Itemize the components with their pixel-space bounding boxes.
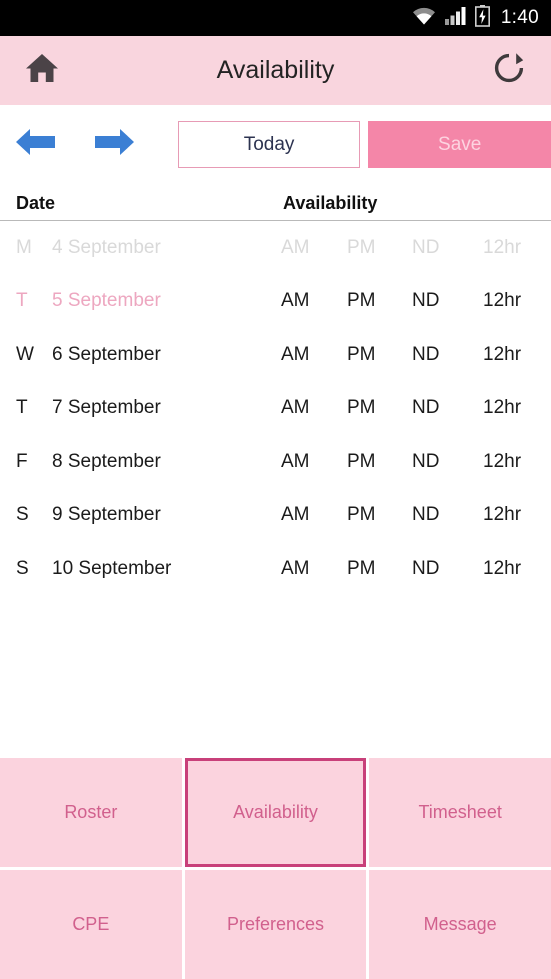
slot-nd[interactable]: ND [412,451,439,473]
arrow-right-icon [91,124,137,165]
slot-nd[interactable]: ND [412,558,439,580]
row-date: 4 September [52,236,161,258]
refresh-icon [492,51,526,90]
nav-item-roster[interactable]: Roster [0,758,182,867]
row-date: 5 September [52,290,161,312]
row-day-of-week: F [16,450,28,472]
bottom-nav-grid: Roster Availability Timesheet CPE Prefer… [0,758,551,979]
row-day-of-week: S [16,557,29,579]
row-date: 10 September [52,557,172,579]
refresh-button[interactable] [487,49,531,93]
status-time: 1:40 [500,7,539,28]
slot-pm[interactable]: PM [347,397,376,419]
row-day-of-week: T [16,290,28,312]
nav-item-cpe[interactable]: CPE [0,870,182,979]
slot-12hr[interactable]: 12hr [483,237,521,259]
slot-12hr[interactable]: 12hr [483,290,521,312]
home-icon [25,52,59,89]
slot-am[interactable]: AM [281,504,310,526]
today-button[interactable]: Today [177,121,361,168]
arrow-left-icon [13,124,59,165]
app-header: Availability [0,36,551,105]
status-icon-group [412,4,490,32]
save-button[interactable]: Save [368,121,551,168]
slot-12hr[interactable]: 12hr [483,558,521,580]
row-date: 9 September [52,504,161,526]
slot-nd[interactable]: ND [412,397,439,419]
nav-item-preferences[interactable]: Preferences [184,870,367,979]
nav-item-availability[interactable]: Availability [184,758,367,867]
row-day-of-week: M [16,236,32,258]
table-row[interactable]: W 6 September AM PM ND 12hr [0,328,551,382]
slot-12hr[interactable]: 12hr [483,451,521,473]
column-header-availability: Availability [283,193,378,213]
table-row[interactable]: S 10 September AM PM ND 12hr [0,542,551,596]
slot-pm[interactable]: PM [347,451,376,473]
slot-pm[interactable]: PM [347,504,376,526]
battery-charging-icon [474,4,490,32]
table-row[interactable]: T 5 September AM PM ND 12hr [0,275,551,329]
table-row[interactable]: T 7 September AM PM ND 12hr [0,382,551,436]
slot-am[interactable]: AM [281,290,310,312]
nav-item-timesheet[interactable]: Timesheet [369,758,551,867]
slot-nd[interactable]: ND [412,504,439,526]
slot-pm[interactable]: PM [347,558,376,580]
date-toolbar: Today Save [0,105,551,184]
row-day-of-week: W [16,343,34,365]
slot-12hr[interactable]: 12hr [483,504,521,526]
slot-am[interactable]: AM [281,451,310,473]
previous-week-button[interactable] [10,122,62,168]
slot-12hr[interactable]: 12hr [483,344,521,366]
page-title: Availability [216,56,335,84]
status-bar: 1:40 [0,0,551,36]
slot-am[interactable]: AM [281,344,310,366]
slot-nd[interactable]: ND [412,344,439,366]
availability-table: M 4 September AM PM ND 12hr T 5 Septembe… [0,221,551,710]
slot-pm[interactable]: PM [347,344,376,366]
slot-pm[interactable]: PM [347,290,376,312]
slot-nd[interactable]: ND [412,290,439,312]
table-header-row: Date Availability [0,184,551,221]
wifi-icon [412,6,436,30]
table-row[interactable]: S 9 September AM PM ND 12hr [0,489,551,543]
home-button[interactable] [20,49,64,93]
slot-am[interactable]: AM [281,558,310,580]
column-header-date: Date [16,193,56,213]
slot-nd[interactable]: ND [412,237,439,259]
table-row[interactable]: F 8 September AM PM ND 12hr [0,435,551,489]
nav-item-message[interactable]: Message [369,870,551,979]
row-date: 8 September [52,450,161,472]
slot-am[interactable]: AM [281,397,310,419]
slot-am[interactable]: AM [281,237,310,259]
row-date: 6 September [52,343,161,365]
next-week-button[interactable] [88,122,140,168]
row-date: 7 September [52,397,161,419]
row-day-of-week: S [16,504,29,526]
row-day-of-week: T [16,397,28,419]
slot-pm[interactable]: PM [347,237,376,259]
table-row[interactable]: M 4 September AM PM ND 12hr [0,221,551,275]
cell-signal-icon [444,6,466,30]
bottom-navigation: Roster Availability Timesheet CPE Prefer… [0,758,551,979]
slot-12hr[interactable]: 12hr [483,397,521,419]
